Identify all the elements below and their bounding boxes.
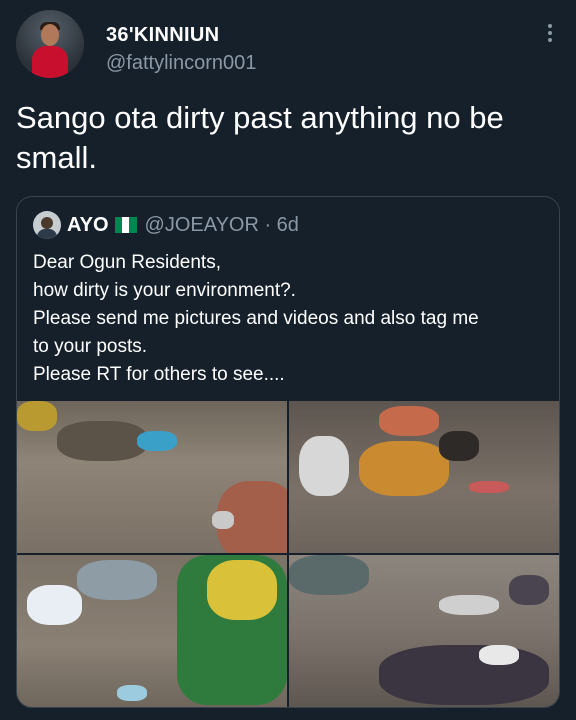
quoted-text: Dear Ogun Residents, how dirty is your e… (33, 249, 553, 389)
quoted-avatar (33, 211, 61, 239)
media-photo-3[interactable] (17, 555, 287, 707)
tweet-text: Sango ota dirty past anything no be smal… (16, 100, 504, 175)
quoted-line: Please send me pictures and videos and a… (33, 308, 479, 329)
more-vertical-icon[interactable] (544, 22, 556, 48)
quoted-name: AYO (67, 213, 109, 236)
quoted-line: to your posts. (33, 336, 148, 357)
quoted-handle-time: @JOEAYOR · 6d (144, 213, 299, 236)
author-name[interactable]: 36'KINNIUN (106, 24, 219, 47)
author-avatar[interactable] (16, 10, 84, 78)
tweet-header: 36'KINNIUN @fattylincorn001 (16, 10, 560, 80)
media-photo-2[interactable] (289, 401, 559, 553)
quoted-line: Dear Ogun Residents, (33, 252, 221, 273)
media-photo-1[interactable] (17, 401, 287, 553)
media-photo-4[interactable] (289, 555, 559, 707)
media-grid (17, 401, 559, 707)
quoted-line: Please RT for others to see.... (33, 364, 285, 385)
quoted-line: how dirty is your environment?. (33, 280, 296, 301)
nigeria-flag-icon (114, 217, 137, 233)
author-handle[interactable]: @fattylincorn001 (106, 52, 256, 75)
quoted-tweet[interactable]: AYO @JOEAYOR · 6d Dear Ogun Residents, h… (16, 196, 560, 708)
quoted-header: AYO @JOEAYOR · 6d (33, 211, 299, 239)
